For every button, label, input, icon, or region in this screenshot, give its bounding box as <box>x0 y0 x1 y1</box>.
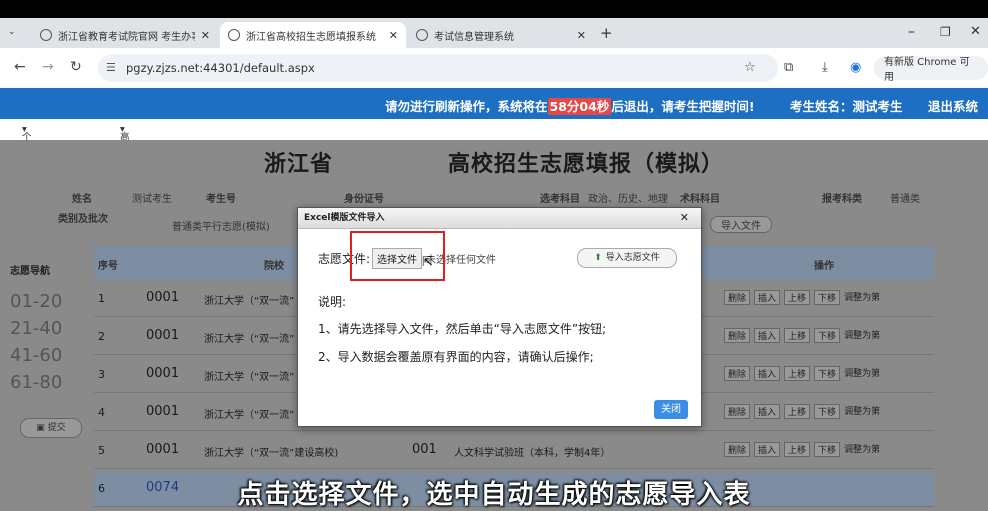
subject-value: 政治、历史、地理 <box>588 194 668 205</box>
back-icon[interactable]: ← <box>14 59 26 75</box>
volunteer-nav: 志愿导航 01-20 21-40 41-60 61-80 <box>10 258 84 399</box>
tab-strip: ⌄ 浙江省教育考试院官网 考生办事 ✕ 浙江省高校招生志愿填报系统 ✕ 考试信息… <box>0 18 988 48</box>
reload-icon[interactable]: ↻ <box>70 59 82 75</box>
category-label: 报考科类 <box>822 194 862 205</box>
import-volunteer-button[interactable]: ⬆ 导入志愿文件 <box>577 248 677 268</box>
batch-label: 类别及批次 <box>58 214 108 225</box>
upload-icon: ⬆ <box>594 253 602 263</box>
batch-value: 普通类平行志愿(模拟) <box>172 222 270 233</box>
close-window-icon[interactable]: ✕ <box>970 24 981 39</box>
tech-label: 术科科目 <box>680 194 720 205</box>
row-ops: 删除 插入 上移 下移 调整为第 <box>724 290 880 305</box>
download-icon[interactable]: ⤓ <box>822 60 828 75</box>
address-bar: ← → ↻ ☰ pgzy.zjzs.net:44301/default.aspx… <box>0 48 988 89</box>
row-ops: 删除 插入 上移 下移 调整为第 <box>724 404 880 419</box>
row-ops: 删除 插入 上移 下移 调整为第 <box>724 366 880 381</box>
dialog-title: Excel模版文件导入 <box>304 213 385 223</box>
logout-link[interactable]: 退出系统 <box>928 96 978 115</box>
import-file-button[interactable]: 导入文件 <box>710 216 772 233</box>
row-ops: 删除 插入 上移 下移 调整为第 <box>724 442 880 457</box>
submit-button[interactable]: ▣ 提交 <box>20 418 82 438</box>
url-text: pgzy.zjzs.net:44301/default.aspx <box>126 61 315 75</box>
explain-line-2: 2、导入数据会覆盖原有界面的内容，请确认后操作; <box>318 350 594 364</box>
student-name: 考生姓名：测试考生 <box>790 99 903 114</box>
tab-exam-info[interactable]: 考试信息管理系统 ✕ <box>408 22 594 48</box>
page-title: 浙江省 高校招生志愿填报（模拟） <box>263 152 724 177</box>
restore-icon[interactable]: ❐ <box>940 25 951 39</box>
chrome-update-button[interactable]: 有新版 Chrome 可用 <box>874 56 988 83</box>
nav-range[interactable]: 01-20 <box>10 291 84 312</box>
nav-range[interactable]: 41-60 <box>10 345 84 366</box>
globe-icon <box>228 29 240 41</box>
nav-range[interactable]: 61-80 <box>10 372 84 393</box>
session-banner: 请勿进行刷新操作，系统将在 58分04秒 后退出，请考生把握时间! 考生姓名：测试考… <box>0 88 988 119</box>
name-value: 测试考生 <box>132 194 172 205</box>
countdown-timer: 58分04秒 <box>547 98 612 115</box>
menu-bar: 个人信息维护 ▾ 高考志愿填报管理 ▾ <box>0 119 988 241</box>
tab-volunteer-system[interactable]: 浙江省高校招生志愿填报系统 ✕ <box>220 22 406 48</box>
site-info-icon[interactable]: ☰ <box>106 61 116 74</box>
close-icon[interactable]: ✕ <box>389 29 398 42</box>
close-button[interactable]: 关闭 <box>654 400 688 419</box>
tab-exam-portal[interactable]: 浙江省教育考试院官网 考生办事 ✕ <box>32 22 218 48</box>
extensions-icon[interactable]: ⧉ <box>784 60 793 75</box>
bookmark-star-icon[interactable]: ☆ <box>744 60 756 75</box>
close-icon[interactable]: ✕ <box>201 29 210 42</box>
url-input[interactable]: ☰ pgzy.zjzs.net:44301/default.aspx <box>98 54 778 82</box>
menu-volunteer-mgmt[interactable]: 高考志愿填报管理 ▾ <box>120 124 130 241</box>
category-value: 普通类 <box>890 194 920 205</box>
nav-title: 志愿导航 <box>10 266 50 277</box>
col-school: 院校 <box>264 261 284 272</box>
close-icon[interactable]: ✕ <box>680 208 689 228</box>
profile-icon[interactable]: ◉ <box>850 60 861 75</box>
id-label: 身份证号 <box>344 194 384 205</box>
close-icon[interactable]: ✕ <box>577 29 586 42</box>
col-seq: 序号 <box>98 261 118 272</box>
minimize-icon[interactable]: – <box>908 24 915 40</box>
tab-title: 浙江省高校招生志愿填报系统 <box>246 31 376 43</box>
dialog-header: Excel模版文件导入 ✕ <box>298 208 701 229</box>
table-row: 5 0001 浙江大学（“双一流”建设高校) 001 人文科学试验班（本科，学制… <box>94 434 934 469</box>
tab-title: 考试信息管理系统 <box>434 31 514 43</box>
examno-label: 考生号 <box>206 194 236 205</box>
globe-icon <box>40 29 52 41</box>
save-icon: ▣ <box>36 423 48 433</box>
row-ops: 删除 插入 上移 下移 调整为第 <box>724 328 880 343</box>
tab-search-icon[interactable]: ⌄ <box>8 27 16 37</box>
tab-title: 浙江省教育考试院官网 考生办事 <box>58 31 195 43</box>
col-ops: 操作 <box>814 261 834 272</box>
explain-title: 说明: <box>318 295 347 309</box>
subject-label: 选考科目 <box>540 194 580 205</box>
name-label: 姓名 <box>72 194 92 205</box>
new-tab-icon[interactable]: + <box>600 24 613 42</box>
explain-line-1: 1、请先选择导入文件，然后单击“导入志愿文件”按钮; <box>318 322 607 336</box>
video-top-bar <box>0 0 988 18</box>
nav-range[interactable]: 21-40 <box>10 318 84 339</box>
forward-icon[interactable]: → <box>42 59 54 75</box>
refresh-warning: 请勿进行刷新操作，系统将在 58分04秒 后退出，请考生把握时间! <box>385 98 755 115</box>
video-subtitle: 点击选择文件，选中自动生成的志愿导入表 <box>237 480 751 510</box>
mouse-cursor-icon: ⇱ <box>422 255 433 270</box>
menu-personal-info[interactable]: 个人信息维护 ▾ <box>22 124 32 213</box>
globe-icon <box>416 29 428 41</box>
